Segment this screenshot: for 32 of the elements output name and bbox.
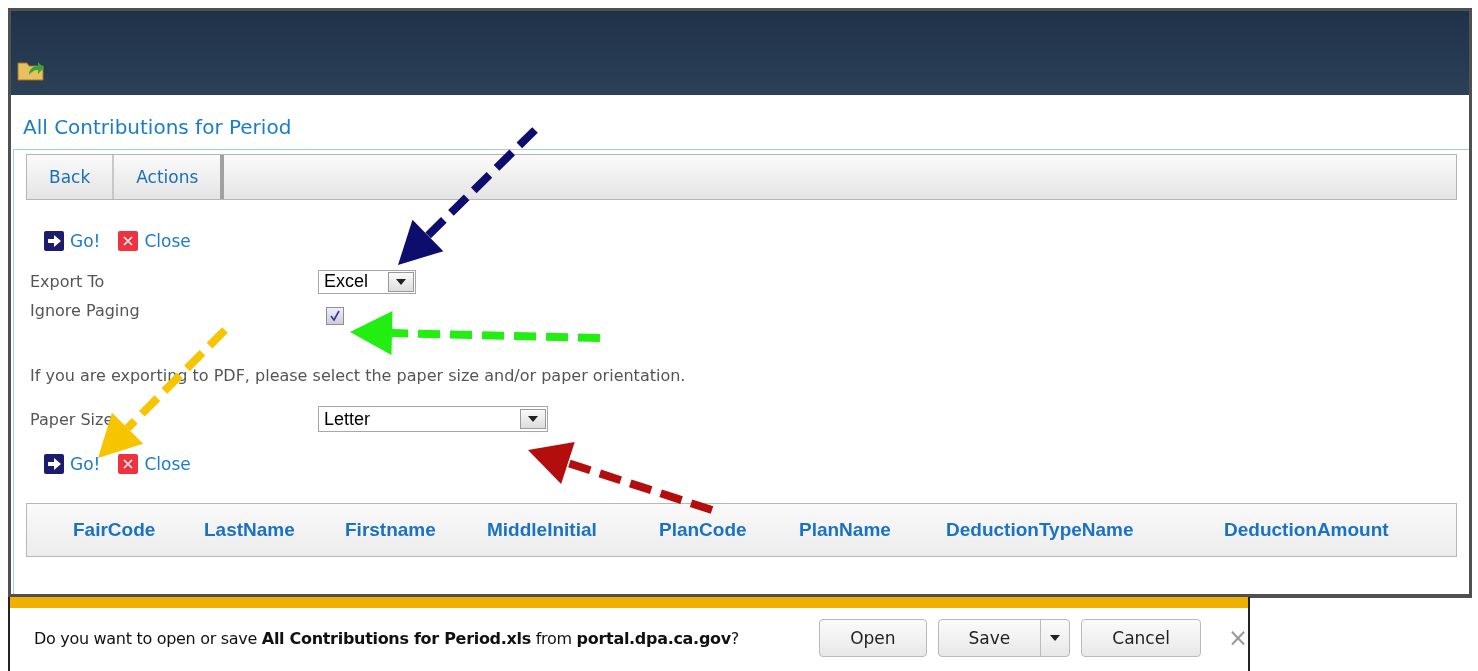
close-icon	[118, 231, 139, 251]
download-message: Do you want to open or save All Contributions for Period.xls from portal.dpa.ca.gov?	[34, 628, 741, 648]
toolbar-button[interactable]: Actions	[114, 155, 225, 199]
close-link[interactable]: Close	[118, 454, 191, 474]
close-link[interactable]: Close	[118, 231, 191, 251]
arrow-right-icon	[44, 231, 64, 251]
column-header[interactable]: PlanCode	[659, 519, 799, 541]
close-button[interactable]: ×	[1227, 624, 1248, 652]
paper-size-select[interactable]: Letter	[318, 406, 548, 432]
column-header[interactable]: PlanName	[799, 519, 946, 541]
column-header[interactable]: DeductionTypeName	[946, 519, 1224, 541]
page-title: All Contributions for Period	[22, 114, 293, 141]
field-label: Ignore Paging	[30, 301, 141, 320]
checkbox[interactable]	[326, 307, 344, 325]
arrow-right-icon	[44, 454, 64, 474]
caret-icon	[1050, 635, 1061, 641]
column-header[interactable]: DeductionAmount	[1224, 519, 1424, 541]
go-link[interactable]: Go!	[44, 454, 101, 474]
export-select[interactable]: Excel	[318, 269, 416, 294]
close-icon	[118, 454, 139, 474]
column-header[interactable]: MiddleInitial	[487, 519, 659, 541]
toolbar-button[interactable]: Back	[27, 155, 115, 199]
caret-icon	[528, 416, 538, 422]
column-header[interactable]: Firstname	[345, 519, 487, 541]
field-label: Export To	[30, 272, 106, 291]
download-button[interactable]: Cancel	[1081, 619, 1201, 657]
go-link[interactable]: Go!	[44, 231, 101, 251]
download-button[interactable]: Save	[937, 619, 1071, 657]
caret-icon	[396, 278, 406, 285]
column-header[interactable]: FairCode	[73, 519, 204, 541]
download-button[interactable]: Open	[819, 619, 927, 657]
column-header[interactable]: LastName	[204, 519, 345, 541]
